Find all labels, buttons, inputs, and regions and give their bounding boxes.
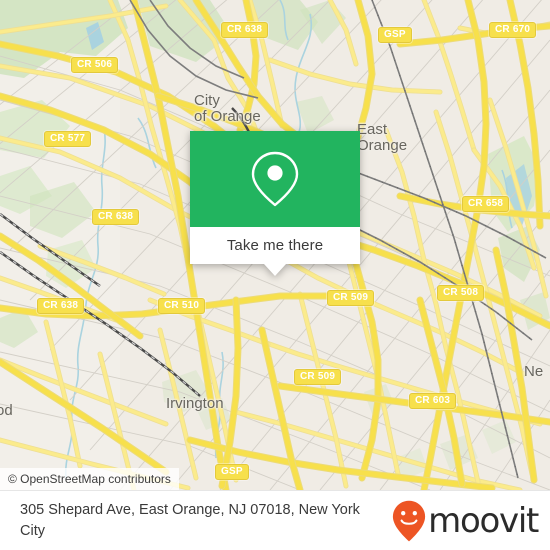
moovit-wordmark: moovit	[428, 500, 539, 541]
address-text: 305 Shepard Ave, East Orange, NJ 07018, …	[20, 501, 360, 539]
popup-tail	[264, 264, 286, 276]
moovit-location-card: .water { fill:#aad3df; stroke:none; } .s…	[0, 0, 550, 550]
moovit-logo[interactable]: moovit	[392, 500, 550, 542]
take-me-there-label: Take me there	[226, 237, 324, 254]
location-pin-icon	[251, 151, 299, 207]
attribution-text: © OpenStreetMap contributors	[8, 472, 171, 486]
map-canvas[interactable]: .water { fill:#aad3df; stroke:none; } .s…	[0, 0, 550, 490]
popup-header	[190, 131, 360, 227]
take-me-there-button[interactable]: Take me there	[190, 227, 360, 264]
footer-bar: 305 Shepard Ave, East Orange, NJ 07018, …	[0, 490, 550, 550]
location-popup[interactable]: Take me there	[190, 131, 360, 276]
map-attribution[interactable]: © OpenStreetMap contributors	[0, 468, 179, 490]
moovit-smiley-pin-icon	[393, 500, 426, 541]
